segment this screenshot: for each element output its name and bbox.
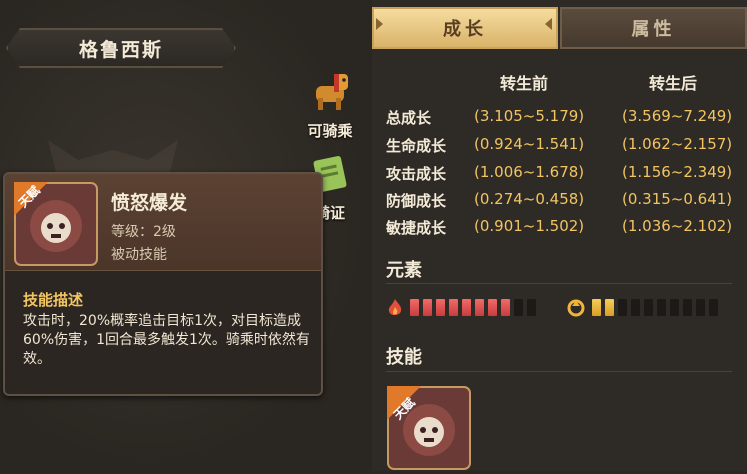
growth-row-name: 总成长 [386,109,432,127]
fire-icon [388,299,402,316]
pet-name-banner: 格鲁西斯 [6,28,236,68]
affinity-segment [683,299,692,316]
affinity-segment [709,299,718,316]
wind-icon [567,299,585,317]
growth-row: 防御成长 (0.274~0.458) (0.315~0.641) [386,190,746,212]
pet-display-area: 格鲁西斯 可骑乘 骑证 天赋 愤怒爆发 等级：2级 被动技能 技能描述 攻击时，… [0,0,372,471]
ride-button[interactable]: 可骑乘 [300,70,360,141]
rage-skill-icon [387,386,471,470]
growth-row-before: (0.274~0.458) [474,190,585,208]
skill-slot[interactable]: 天赋 [387,386,471,470]
growth-row: 攻击成长 (1.006~1.678) (1.156~2.349) [386,163,746,185]
growth-row-after: (1.036~2.102) [622,217,733,235]
horse-icon [316,74,348,110]
skills-title: 技能 [386,347,422,368]
tab-attributes[interactable]: 属性 [560,7,747,49]
growth-row: 总成长 (3.105~5.179) (3.569~7.249) [386,107,746,129]
affinity-segment [423,299,432,316]
divider [386,283,732,284]
growth-row-before: (3.105~5.179) [474,107,585,125]
growth-row-name: 生命成长 [386,137,447,155]
tab-growth[interactable]: 成长 [372,7,558,49]
affinity-segment [657,299,666,316]
growth-row: 敏捷成长 (0.901~1.502) (1.036~2.102) [386,217,746,239]
element-bar [386,296,736,320]
affinity-segment [592,299,601,316]
skill-description-title: 技能描述 [23,291,84,309]
elements-title: 元素 [386,260,422,281]
stats-panel: 成长 属性 转生前 转生后 总成长 (3.105~5.179) (3.569~7… [372,0,747,471]
growth-row: 生命成长 (0.924~1.541) (1.062~2.157) [386,135,746,157]
tab-attributes-label: 属性 [631,19,676,40]
affinity-segment [696,299,705,316]
tab-arrow-left-icon [376,18,383,30]
pet-name: 格鲁西斯 [78,38,163,61]
skill-name: 愤怒爆发 [111,192,188,214]
affinity-segment [436,299,445,316]
affinity-segment [488,299,497,316]
growth-row-after: (1.156~2.349) [622,163,733,181]
growth-row-name: 攻击成长 [386,165,447,183]
affinity-segment [410,299,419,316]
skill-tooltip: 天赋 愤怒爆发 等级：2级 被动技能 技能描述 攻击时，20%概率追击目标1次，… [3,172,323,396]
ride-label: 可骑乘 [307,122,353,140]
tab-growth-label: 成长 [443,19,487,40]
affinity-segment [644,299,653,316]
growth-row-name: 敏捷成长 [386,219,447,237]
skill-type: 被动技能 [111,247,167,263]
affinity-segment [462,299,471,316]
growth-row-before: (0.901~1.502) [474,217,585,235]
skill-description: 攻击时，20%概率追击目标1次，对目标造成60%伤害，1回合最多触发1次。骑乘时… [23,313,310,367]
affinity-segment [631,299,640,316]
affinity-segment [605,299,614,316]
affinity-segment [670,299,679,316]
divider [386,371,732,372]
header-after-rebirth: 转生后 [649,74,698,93]
growth-row-before: (0.924~1.541) [474,135,585,153]
header-before-rebirth: 转生前 [500,74,549,93]
affinity-segment [618,299,627,316]
growth-row-after: (3.569~7.249) [622,107,733,125]
growth-row-after: (0.315~0.641) [622,190,733,208]
affinity-segment [514,299,523,316]
affinity-segment [527,299,536,316]
affinity-segment [449,299,458,316]
tab-arrow-right-icon [545,18,552,30]
growth-row-before: (1.006~1.678) [474,163,585,181]
skill-level: 等级：2级 [111,224,176,240]
affinity-segment [501,299,510,316]
growth-row-after: (1.062~2.157) [622,135,733,153]
tooltip-header: 天赋 愤怒爆发 等级：2级 被动技能 [5,174,321,271]
growth-row-name: 防御成长 [386,192,447,210]
affinity-segment [475,299,484,316]
